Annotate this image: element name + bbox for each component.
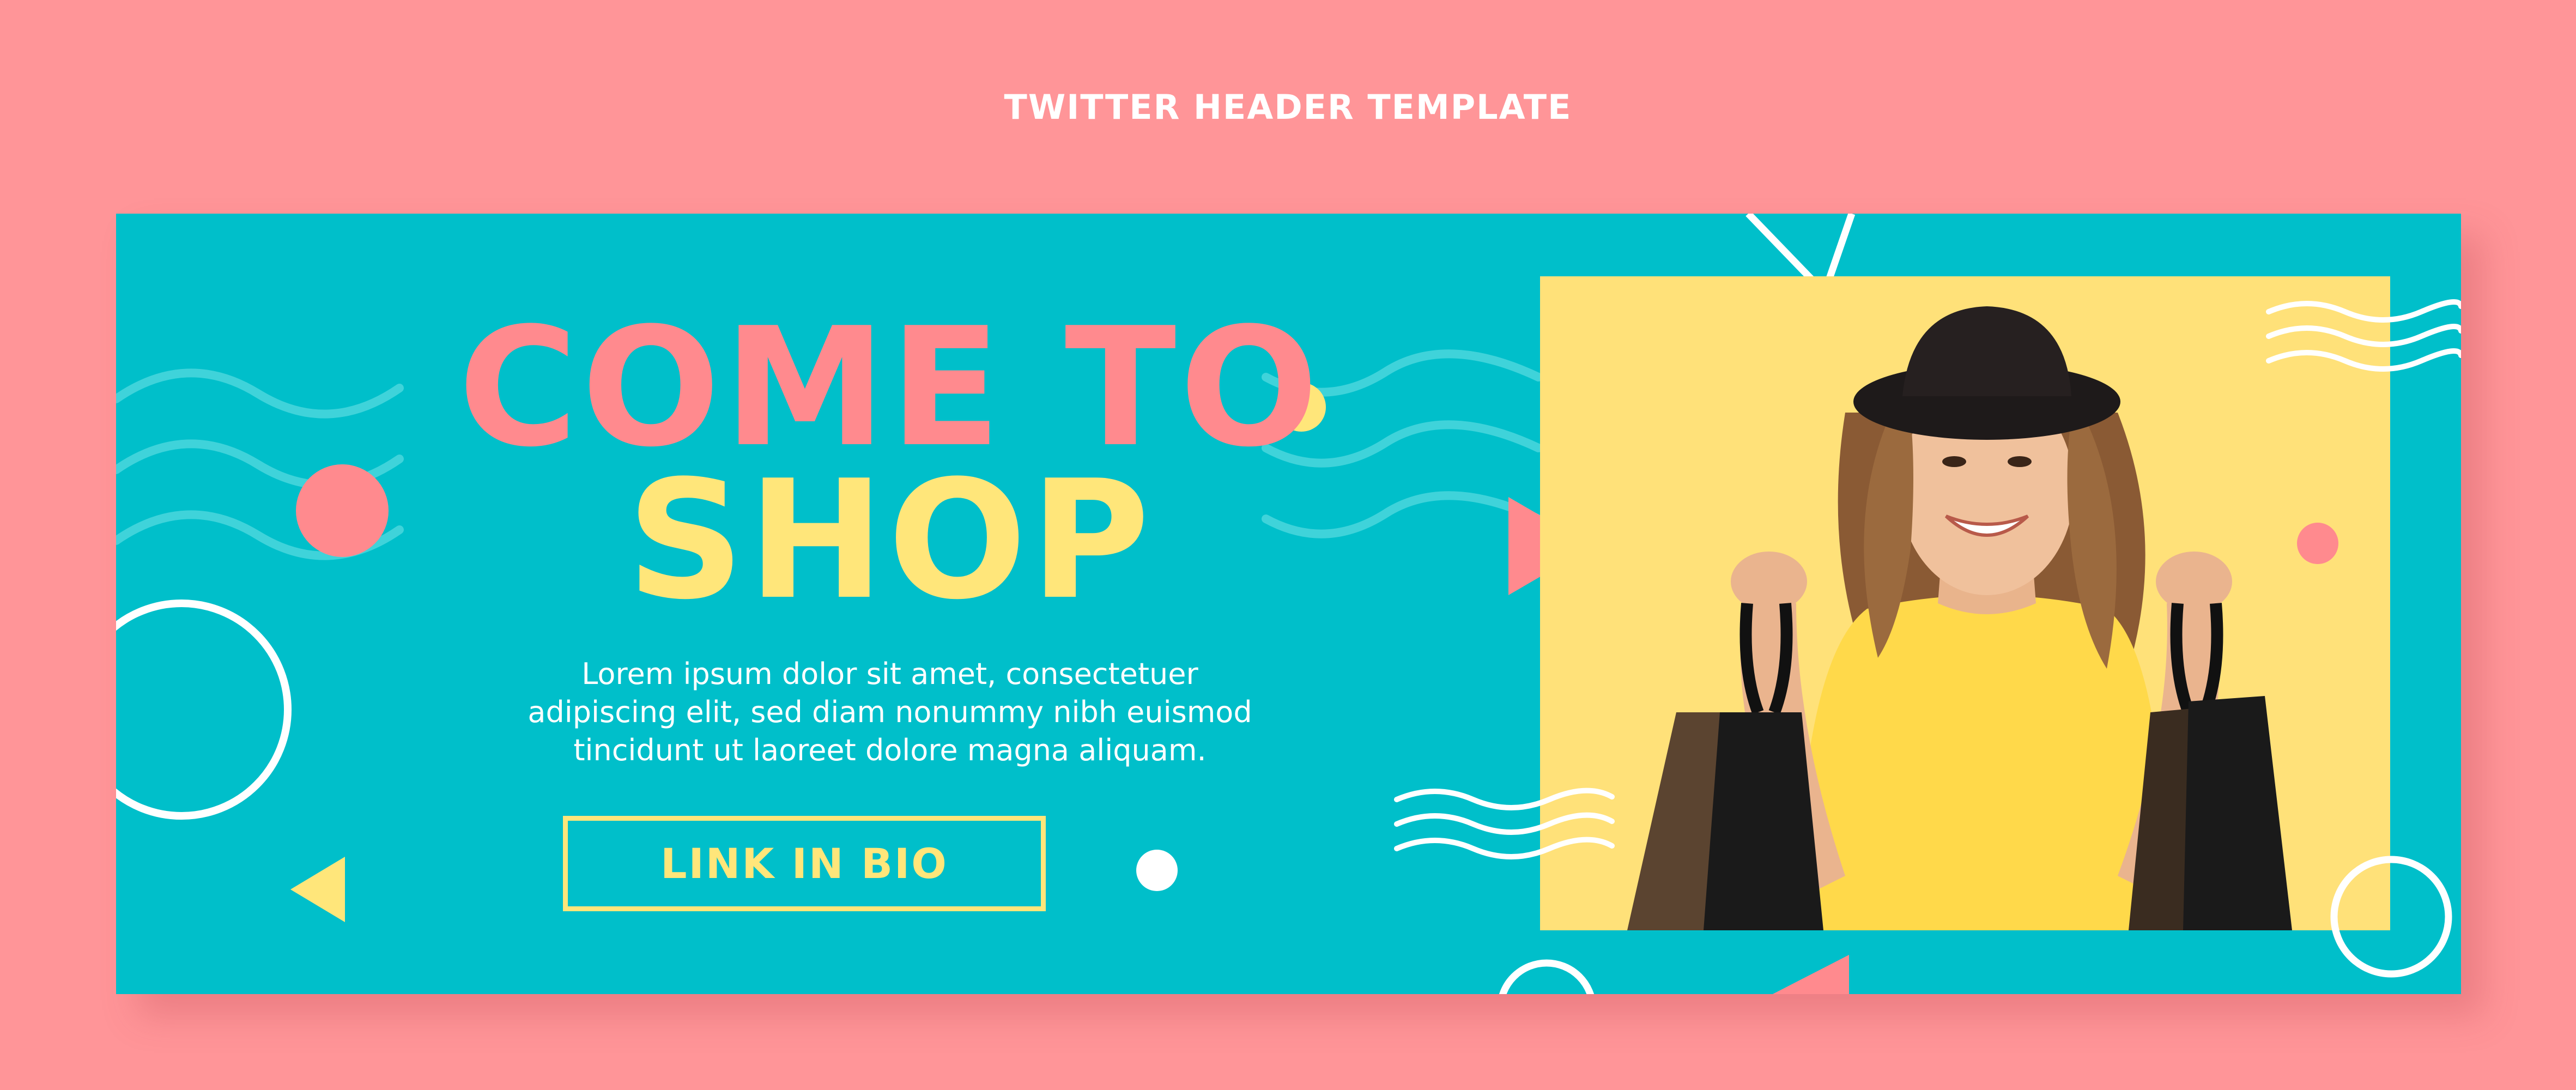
body-copy: Lorem ipsum dolor sit amet, consectetuer…	[421, 655, 1359, 770]
body-line: tincidunt ut laoreet dolore magna aliqua…	[573, 733, 1207, 767]
body-line: Lorem ipsum dolor sit amet, consectetuer	[581, 657, 1198, 691]
white-ring-right	[2330, 856, 2452, 978]
twitter-header-banner: COME TO SHOP Lorem ipsum dolor sit amet,…	[116, 214, 2461, 994]
wavy-lines-photo-bottom	[1394, 788, 1615, 859]
pink-dot-photo	[2297, 523, 2338, 564]
body-line: adipiscing elit, sed diam nonummy nibh e…	[528, 695, 1252, 729]
page-title: TWITTER HEADER TEMPLATE	[1004, 87, 1572, 127]
wavy-lines-photo-top	[2266, 299, 2461, 372]
headline-shop: SHOP	[626, 445, 1154, 635]
link-in-bio-button[interactable]: LINK IN BIO	[563, 816, 1046, 911]
